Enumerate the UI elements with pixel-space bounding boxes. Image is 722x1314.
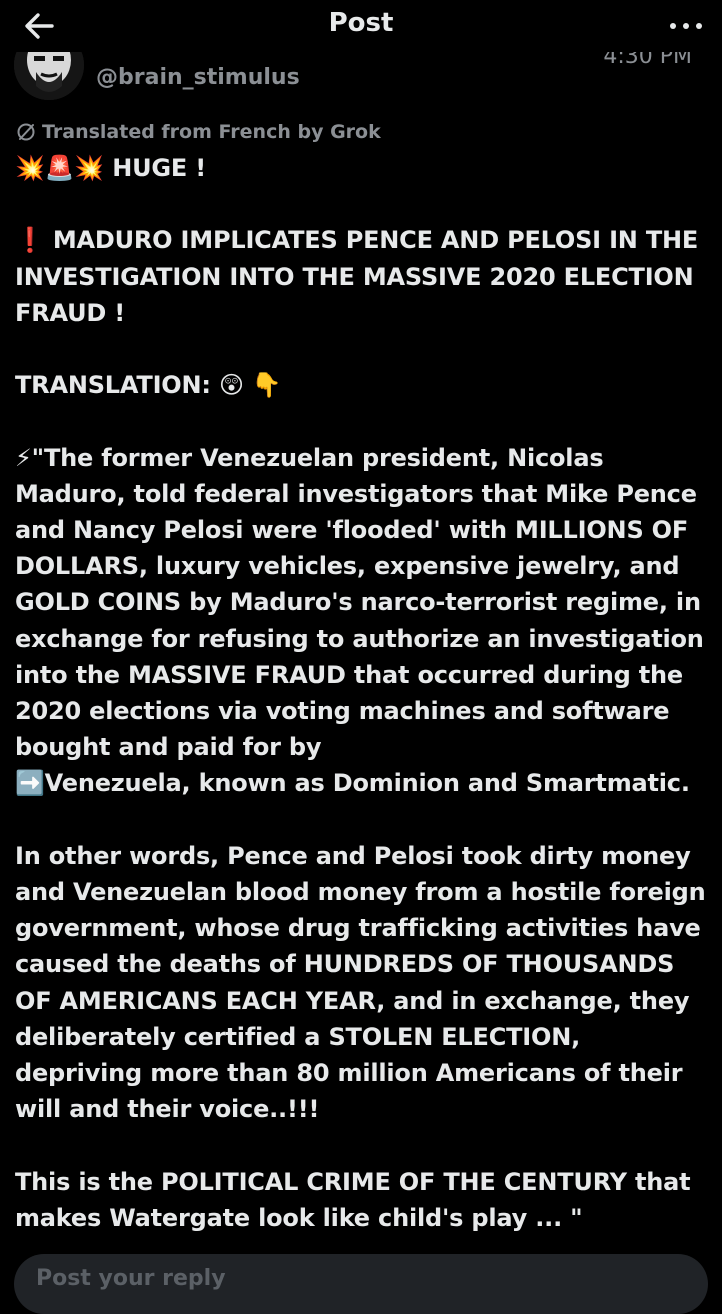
post-text: 💥🚨💥 HUGE ! ❗ MADURO IMPLICATES PENCE AND… (15, 154, 706, 1232)
reply-placeholder: Post your reply (36, 1266, 226, 1291)
translation-note[interactable]: Translated from French by Grok (16, 120, 381, 144)
grok-icon (17, 123, 35, 141)
more-horizontal-icon (670, 23, 676, 29)
page-title: Post (328, 8, 394, 38)
reply-input[interactable]: Post your reply (14, 1254, 708, 1314)
top-bar: Post (0, 0, 722, 52)
more-options-button[interactable] (666, 10, 706, 42)
author-handle[interactable]: @brain_stimulus (96, 65, 300, 90)
translation-label: Translated from French by Grok (42, 121, 381, 143)
arrow-left-icon (25, 13, 54, 39)
back-button[interactable] (22, 8, 58, 44)
